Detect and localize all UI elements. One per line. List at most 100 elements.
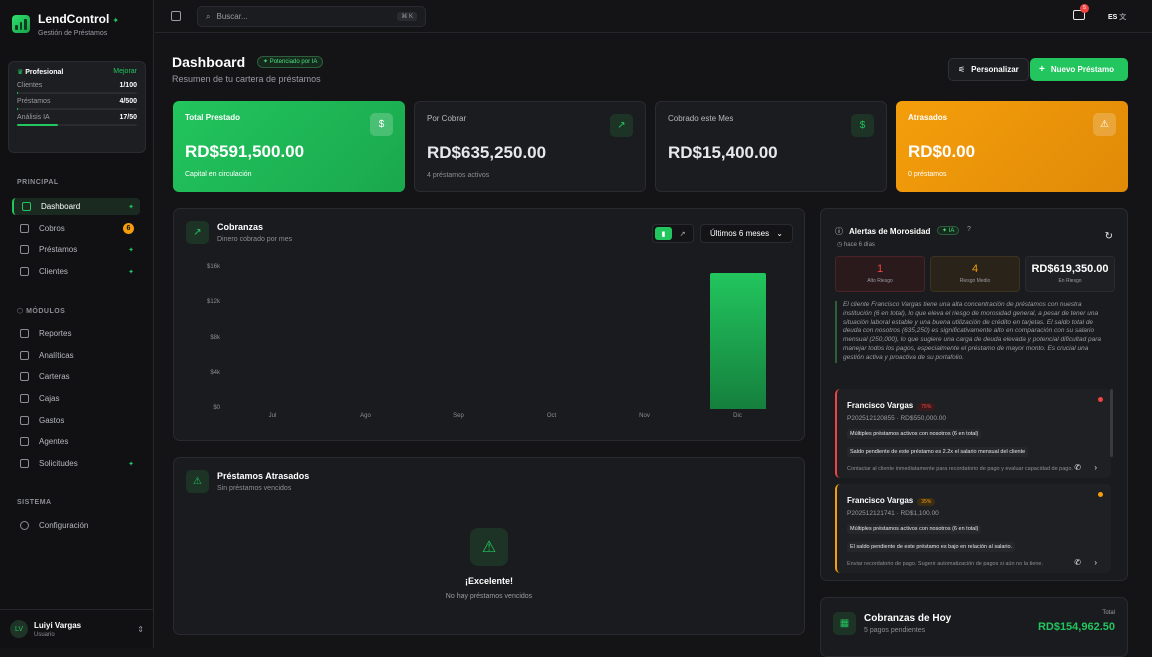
calendar-icon: ▦ (833, 612, 856, 635)
ai-badge-label: IA (949, 228, 955, 234)
logo-icon (12, 15, 30, 33)
phone-icon[interactable]: ✆ (1074, 463, 1081, 472)
x-tick-label: Nov (625, 413, 665, 419)
cobranzas-hoy-panel: ▦ Cobranzas de Hoy 5 pagos pendientes To… (820, 597, 1128, 657)
panel-title: Préstamos Atrasados (217, 471, 309, 481)
plan-row-clientes: Clientes1/100 (17, 82, 137, 94)
page-subtitle: Resumen de tu cartera de préstamos (172, 74, 321, 84)
user-menu[interactable]: LV Luiyi Vargas Usuario ⇕ (0, 609, 154, 648)
sidebar-item-solicitudes[interactable]: Solicitudes✦ (12, 455, 140, 472)
user-name: Luiyi Vargas (34, 621, 81, 630)
panel-subtitle: Sin préstamos vencidos (217, 485, 291, 492)
alert-item[interactable]: Francisco Vargas75% P202512120855 · RD$5… (835, 389, 1111, 478)
stat-value: 4 (931, 263, 1019, 275)
sidebar-item-analiticas[interactable]: Analíticas (12, 347, 140, 364)
plan-row-label: Clientes (17, 82, 42, 89)
dollar-icon: $ (851, 114, 874, 137)
y-tick-label: $0 (194, 405, 220, 411)
x-tick-label: Jul (253, 413, 293, 419)
upgrade-link[interactable]: Mejorar (113, 68, 137, 76)
risk-badge: 35% (917, 498, 935, 506)
card-value: RD$635,250.00 (427, 143, 633, 163)
ai-badge-label: Potenciado por IA (270, 59, 318, 65)
warning-icon: ⚠ (186, 470, 209, 493)
x-tick-label: Ago (346, 413, 386, 419)
sparkle-icon: ✦ (128, 246, 134, 254)
bar-chart: $16k$12k$8k$4k$0JulAgoSepOctNovDic (174, 209, 806, 442)
usage-bar (17, 92, 137, 94)
sidebar-item-label: Préstamos (39, 245, 77, 254)
topbar: ⌕ Buscar... ⌘ K 5 ES 文 (155, 0, 1152, 33)
empty-subtitle: No hay préstamos vencidos (174, 593, 804, 600)
briefcase-icon (20, 372, 29, 381)
phone-icon[interactable]: ✆ (1074, 558, 1081, 567)
plan-row-ia: Análisis IA17/50 (17, 114, 137, 126)
sidebar: LendControl✦ Gestión de Préstamos ♛ Prof… (0, 0, 154, 648)
sidebar-item-cajas[interactable]: Cajas (12, 390, 140, 407)
plan-row-label: Préstamos (17, 98, 50, 105)
sidebar-item-label: Cajas (39, 394, 59, 403)
language-label: ES (1108, 14, 1117, 21)
sidebar-item-label: Analíticas (39, 351, 74, 360)
plan-name: Profesional (25, 69, 63, 76)
sidebar-item-dashboard[interactable]: Dashboard✦ (12, 198, 140, 215)
refresh-icon[interactable]: ↻ (1105, 231, 1113, 242)
sidebar-item-carteras[interactable]: Carteras (12, 368, 140, 385)
sliders-icon: ⚟ (958, 65, 965, 74)
notification-badge: 5 (1080, 4, 1089, 13)
chevron-right-icon[interactable]: › (1094, 558, 1097, 567)
sidebar-item-label: Configuración (39, 521, 88, 530)
y-tick-label: $8k (194, 335, 220, 341)
search-icon: ⌕ (206, 12, 210, 22)
atrasados-panel: ⚠ Préstamos Atrasados Sin préstamos venc… (173, 457, 805, 635)
gear-icon (20, 521, 29, 530)
brand[interactable]: LendControl✦ Gestión de Préstamos (12, 10, 119, 37)
alertas-panel: ⓘ Alertas de Morosidad ✦ IA ? ◷ hace 6 d… (820, 208, 1128, 581)
alert-icon: ⓘ (835, 226, 843, 237)
sidebar-item-configuracion[interactable]: Configuración (12, 517, 140, 534)
card-label: Atrasados (908, 113, 1116, 122)
sidebar-toggle-icon[interactable] (171, 11, 181, 21)
language-selector[interactable]: ES 文 (1108, 12, 1126, 22)
new-loan-button[interactable]: +Nuevo Préstamo (1030, 58, 1128, 81)
usage-bar (17, 124, 137, 126)
sparkle-icon: ✦ (128, 268, 134, 276)
sidebar-item-label: Carteras (39, 372, 70, 381)
chevron-right-icon[interactable]: › (1094, 463, 1097, 472)
sparkle-icon: ✦ (128, 203, 134, 211)
translate-icon: 文 (1119, 14, 1126, 21)
sidebar-item-clientes[interactable]: Clientes ✦ (12, 263, 140, 280)
total-label: Total (1102, 610, 1115, 616)
clipboard-icon (20, 459, 29, 468)
sidebar-item-agentes[interactable]: Agentes (12, 433, 140, 450)
panel-title: Cobranzas de Hoy (864, 613, 951, 624)
customize-button[interactable]: ⚟Personalizar (948, 58, 1029, 81)
sidebar-item-gastos[interactable]: Gastos (12, 412, 140, 429)
x-tick-label: Dic (718, 413, 758, 419)
alert-item[interactable]: Francisco Vargas35% P202512121741 · RD$1… (835, 484, 1111, 573)
card-sub: Capital en circulación (185, 171, 393, 178)
card-sub: 4 préstamos activos (427, 172, 633, 179)
chart-bar[interactable] (710, 273, 766, 409)
risk-badge: 75% (917, 403, 935, 411)
card-value: RD$0.00 (908, 142, 1116, 162)
stat-card-cobrado-mes: Cobrado este Mes RD$15,400.00 $ (655, 101, 887, 192)
sidebar-item-reportes[interactable]: Reportes (12, 325, 140, 342)
sidebar-item-label: Clientes (39, 267, 68, 276)
help-icon[interactable]: ? (967, 226, 971, 233)
notifications-button[interactable]: 5 (1073, 10, 1085, 20)
shortcut-hint: ⌘ K (397, 12, 417, 21)
dashboard-icon (22, 202, 31, 211)
section-principal: PRINCIPAL (17, 179, 59, 186)
scrollbar[interactable] (1110, 389, 1113, 457)
sidebar-item-prestamos[interactable]: Préstamos ✦ (12, 241, 140, 258)
wallet-icon (20, 224, 29, 233)
plan-row-label: Análisis IA (17, 114, 50, 121)
status-dot (1098, 397, 1103, 402)
sidebar-item-cobros[interactable]: Cobros6 (12, 220, 140, 237)
users-icon (20, 267, 29, 276)
stat-label: En Riesgo (1026, 278, 1114, 284)
search-input[interactable]: ⌕ Buscar... ⌘ K (197, 6, 426, 27)
card-label: Cobrado este Mes (668, 114, 874, 123)
user-plus-icon (20, 437, 29, 446)
